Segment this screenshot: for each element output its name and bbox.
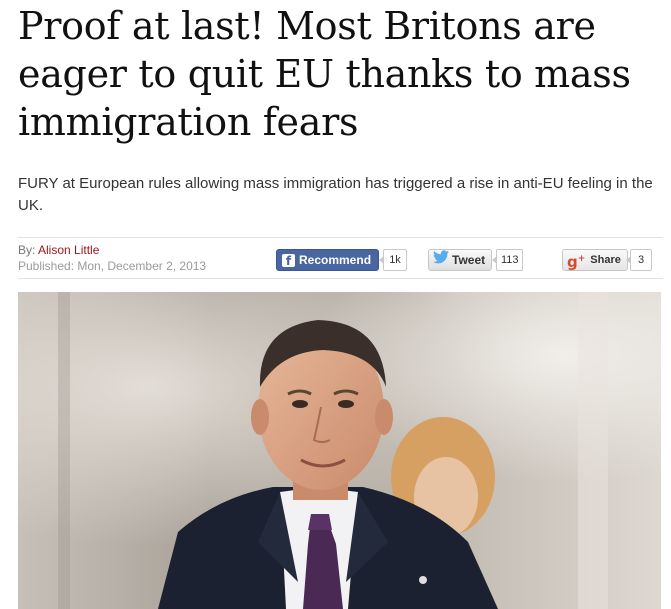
author-link[interactable]: Alison Little [38, 243, 99, 257]
byline-label: By: [18, 243, 36, 257]
facebook-recommend-button[interactable]: f Recommend [276, 249, 380, 271]
google-plus-share-label: Share [590, 254, 621, 266]
google-plus-share-button[interactable]: g+ Share [562, 249, 628, 271]
article-photo [18, 292, 661, 609]
tweet-count: 113 [492, 249, 523, 271]
facebook-icon: f [282, 253, 295, 268]
tweet-button[interactable]: Tweet [428, 249, 493, 271]
twitter-bird-icon [433, 250, 449, 270]
article-photo-illustration [18, 292, 661, 609]
published-date: Published: Mon, December 2, 2013 [18, 259, 207, 273]
google-plus-count: 3 [626, 249, 652, 271]
google-plus-icon: g+ [567, 252, 586, 271]
article-meta-bar: By: Alison Little Published: Mon, Decemb… [18, 237, 663, 279]
article-standfirst: FURY at European rules allowing mass imm… [18, 175, 653, 214]
article-headline: Proof at last! Most Britons are eager to… [18, 4, 631, 144]
facebook-count: 1k [379, 249, 407, 271]
tweet-label: Tweet [452, 253, 486, 267]
byline: By: Alison Little [18, 243, 99, 258]
facebook-recommend-label: Recommend [299, 253, 372, 267]
